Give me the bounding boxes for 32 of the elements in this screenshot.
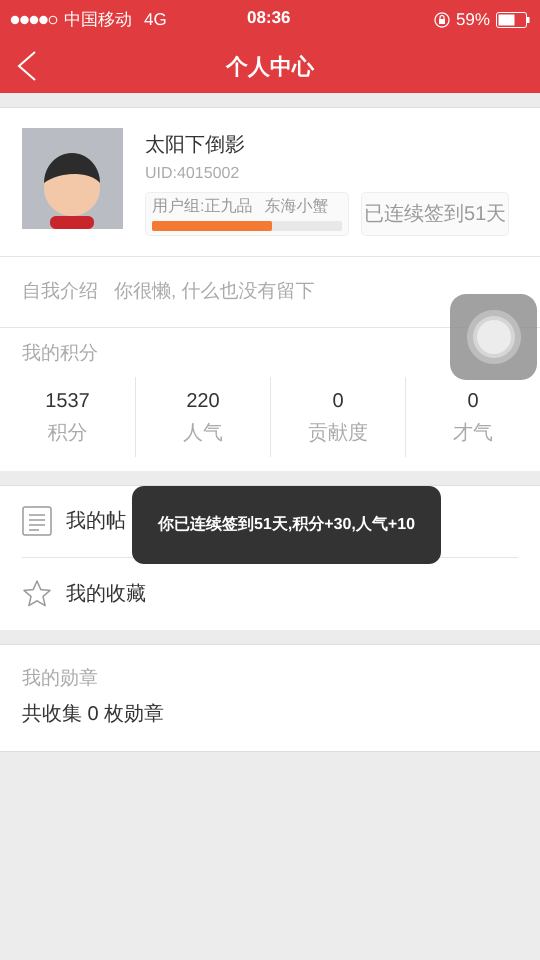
toast: 你已连续签到51天,积分+30,人气+10 [132,486,441,564]
star-icon [22,578,52,608]
rotation-lock-icon [434,12,450,28]
stat-value: 0 [332,388,344,414]
clock-text: 08:36 [247,7,290,29]
stat-value: 1537 [45,388,90,414]
stat-label: 人气 [183,420,223,446]
circle-icon [466,309,522,365]
user-id: UID:4015002 [145,164,240,184]
back-button[interactable] [16,51,38,81]
back-icon [16,51,38,81]
assistive-touch-button[interactable] [450,294,537,380]
document-icon [22,506,52,536]
stat-value: 0 [467,388,479,414]
network-text: 4G [144,9,167,32]
intro-text: 你很懒, 什么也没有留下 [114,280,315,304]
user-rank: 东海小蟹 [264,196,328,217]
intro-label: 自我介绍 [22,280,98,304]
signal-icon [10,15,58,25]
stat-label: 积分 [48,420,88,446]
user-name: 太阳下倒影 [145,133,246,158]
stat-value: 220 [186,388,220,414]
stat-label: 才气 [453,420,493,446]
carrier-text: 中国移动 [64,9,132,32]
stat-label: 贡献度 [308,420,368,446]
medals-title: 我的勋章 [22,666,99,690]
medals-summary: 共收集 0 枚勋章 [22,702,166,727]
battery-icon [496,12,530,28]
user-group: 用户组:正九品 [152,195,252,219]
page-title: 个人中心 [226,53,314,81]
points-title: 我的积分 [21,342,99,366]
battery-percent: 59% [456,9,490,32]
